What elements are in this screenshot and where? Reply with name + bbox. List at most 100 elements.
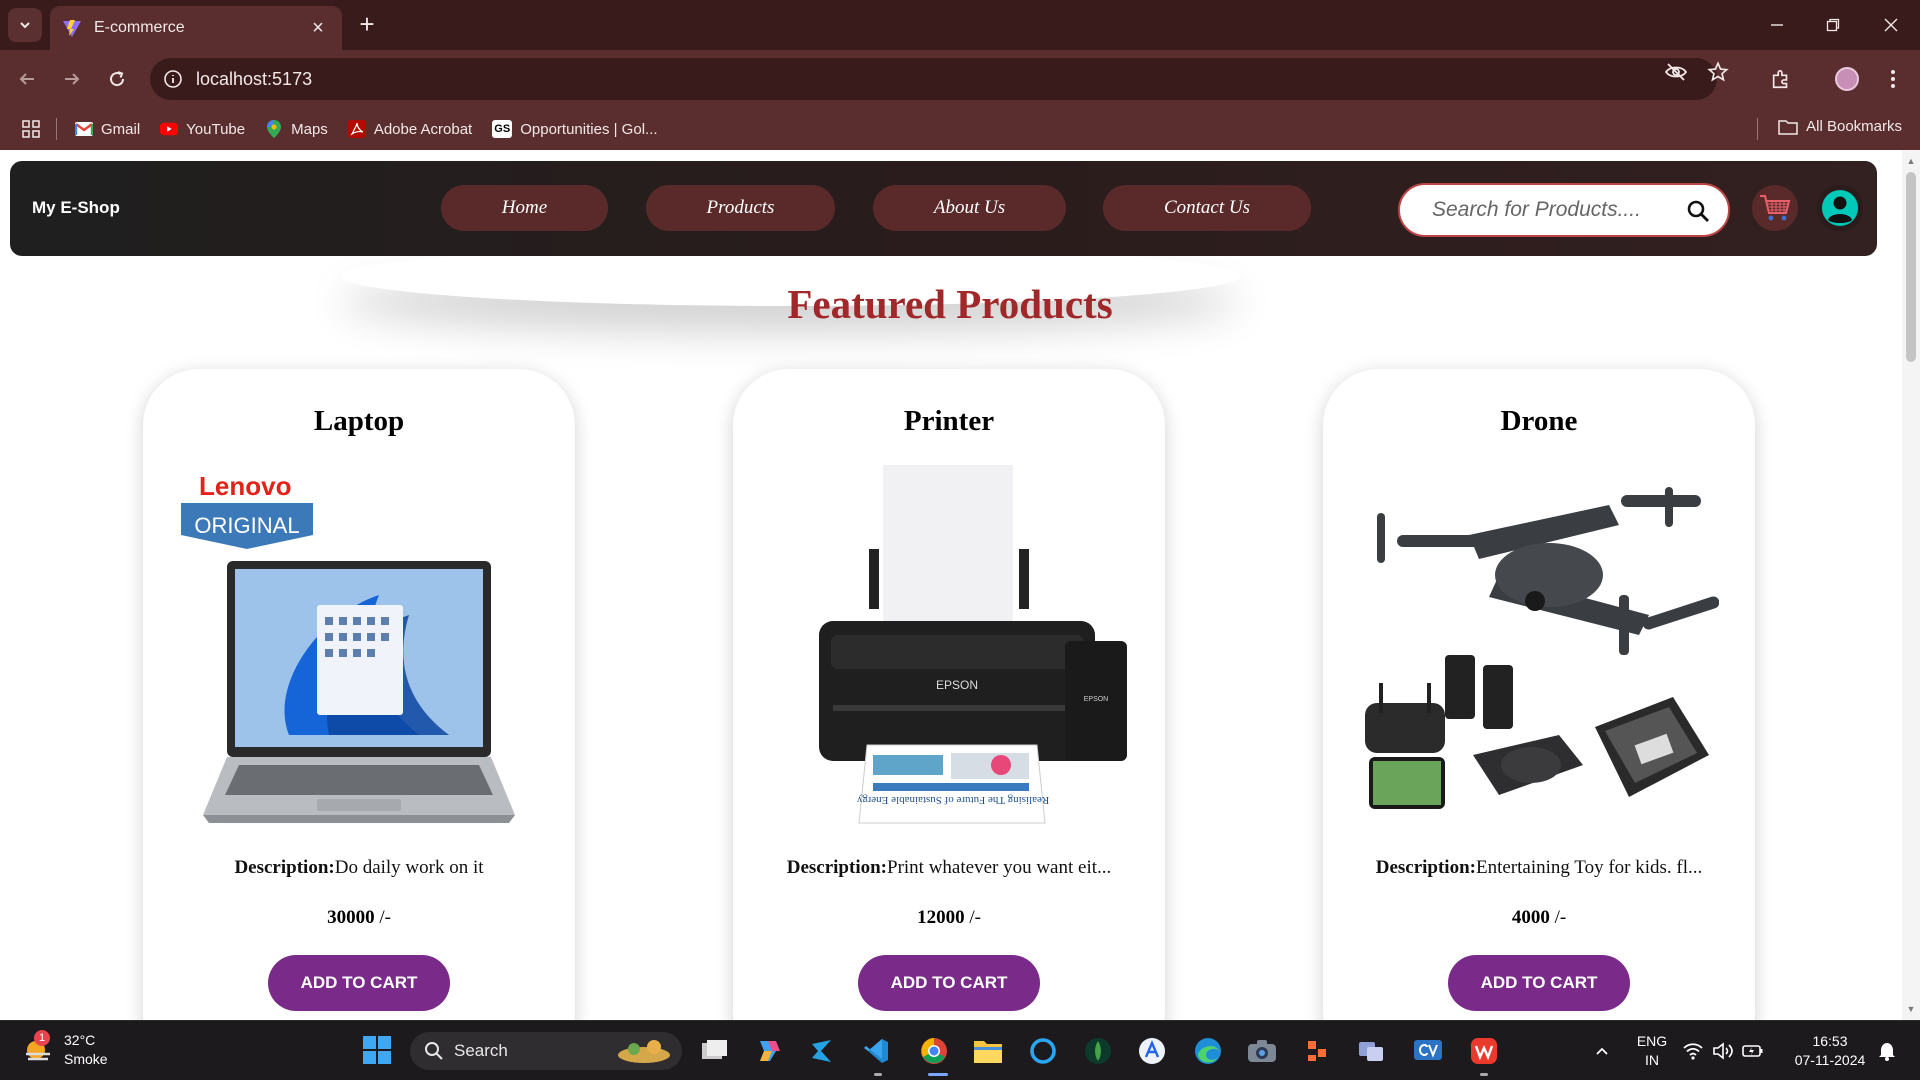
taskbar-search[interactable]: Search: [410, 1032, 682, 1070]
forward-icon[interactable]: [55, 62, 89, 96]
mongodb-compass-icon[interactable]: [1082, 1035, 1114, 1067]
vscode-icon[interactable]: [860, 1035, 892, 1067]
nav-about-us[interactable]: About Us: [873, 185, 1066, 231]
notification-bell-icon[interactable]: [1874, 1035, 1900, 1067]
bookmark-divider: [56, 118, 57, 140]
bookmarks-bar: Gmail YouTube Maps Adobe Acrobat GS Oppo…: [0, 108, 1920, 150]
add-to-cart-button[interactable]: ADD TO CART: [268, 955, 450, 1011]
back-icon[interactable]: [10, 62, 44, 96]
active-tab[interactable]: E-commerce ×: [50, 6, 342, 50]
bookmark-youtube[interactable]: YouTube: [160, 120, 245, 138]
vite-logo-icon: [63, 20, 81, 37]
app-store-icon[interactable]: [1136, 1035, 1168, 1067]
apps-grid-icon[interactable]: [22, 120, 40, 138]
nav-contact-us[interactable]: Contact Us: [1103, 185, 1311, 231]
laptop-image: Lenovo ORIGINAL: [181, 471, 515, 823]
language-indicator[interactable]: ENG IN: [1632, 1032, 1672, 1070]
search-icon: [425, 1042, 443, 1060]
running-indicator: [874, 1073, 882, 1076]
nav-home[interactable]: Home: [441, 185, 608, 231]
bookmark-opportunities[interactable]: GS Opportunities | Gol...: [492, 120, 658, 138]
windows-taskbar: 1 32°C Smoke Search ENG IN 16:53 07-11-2…: [0, 1020, 1920, 1080]
search-input[interactable]: [1432, 198, 1662, 222]
extensions-icon[interactable]: [1764, 62, 1798, 96]
user-account-button[interactable]: [1817, 185, 1863, 231]
tab-search-button[interactable]: [8, 8, 42, 42]
clock[interactable]: 16:53 07-11-2024: [1782, 1032, 1878, 1070]
reload-icon[interactable]: [100, 62, 134, 96]
address-bar[interactable]: localhost:5173: [150, 58, 1717, 100]
cortana-icon[interactable]: [1027, 1035, 1059, 1067]
tray-chevron-up-icon[interactable]: [1586, 1035, 1618, 1067]
cart-button[interactable]: [1752, 185, 1798, 231]
weather-badge: 1: [34, 1030, 50, 1046]
page-viewport: My E-Shop Home Products About Us Contact…: [0, 150, 1920, 1020]
volume-icon[interactable]: [1710, 1035, 1736, 1067]
weather-haze-icon: 1: [22, 1030, 54, 1066]
product-description: Description:Print whatever you want eit.…: [786, 857, 1112, 878]
postman-icon[interactable]: [1302, 1035, 1334, 1067]
file-explorer-icon[interactable]: [972, 1035, 1004, 1067]
add-to-cart-button[interactable]: ADD TO CART: [858, 955, 1040, 1011]
wps-office-icon[interactable]: [1468, 1035, 1500, 1067]
new-tab-button[interactable]: +: [352, 10, 382, 40]
bookmark-maps[interactable]: Maps: [265, 120, 328, 138]
product-name: Drone: [1500, 405, 1578, 437]
search-icon[interactable]: [1686, 199, 1710, 223]
svg-text:ORIGINAL: ORIGINAL: [194, 513, 299, 538]
bookmark-gmail[interactable]: Gmail: [75, 120, 140, 138]
product-card-laptop: Laptop Lenovo ORIGINAL Description:Do da…: [143, 369, 575, 1020]
product-name: Laptop: [313, 405, 405, 437]
camera-icon[interactable]: [1246, 1035, 1278, 1067]
copilot-icon[interactable]: [752, 1035, 784, 1067]
site-info-icon[interactable]: [162, 68, 184, 90]
chrome-icon[interactable]: [918, 1035, 950, 1067]
eye-slash-icon[interactable]: [1664, 60, 1688, 84]
cv-app-icon[interactable]: [1412, 1035, 1444, 1067]
maps-icon: [265, 120, 283, 138]
weather-desc: Smoke: [64, 1051, 108, 1067]
add-to-cart-button[interactable]: ADD TO CART: [1448, 955, 1630, 1011]
battery-charging-icon[interactable]: [1740, 1035, 1766, 1067]
gmail-icon: [75, 120, 93, 138]
vmware-icon[interactable]: [1356, 1035, 1388, 1067]
product-card-printer: Printer EPSON EPSON Realising The Future…: [733, 369, 1165, 1020]
bookmark-divider: [1757, 118, 1758, 140]
scroll-up-icon[interactable]: ▲: [1906, 156, 1916, 166]
weather-widget[interactable]: 1 32°C Smoke: [22, 1030, 108, 1069]
product-price: 4000 /-: [1511, 907, 1567, 928]
tab-title: E-commerce: [94, 19, 185, 36]
weather-temp: 32°C: [64, 1032, 96, 1048]
profile-avatar[interactable]: [1830, 62, 1864, 96]
wifi-icon[interactable]: [1680, 1035, 1706, 1067]
chevron-down-icon: [20, 22, 30, 29]
all-bookmarks-button[interactable]: All Bookmarks: [1778, 118, 1902, 135]
star-bookmark-icon[interactable]: [1706, 60, 1730, 84]
user-icon: [1822, 190, 1858, 226]
close-window-icon[interactable]: [1866, 8, 1916, 42]
close-tab-icon[interactable]: ×: [306, 17, 330, 40]
minimize-icon[interactable]: [1752, 8, 1802, 42]
page-scrollbar[interactable]: ▲ ▼: [1902, 150, 1920, 1020]
nav-products[interactable]: Products: [646, 185, 835, 231]
printer-image: EPSON EPSON Realising The Future of Sust…: [819, 465, 1127, 824]
restore-icon[interactable]: [1808, 8, 1858, 42]
svg-text:Realising The Future of Sustai: Realising The Future of Sustainable Ener…: [856, 794, 1049, 806]
url-text: localhost:5173: [196, 68, 313, 89]
bookmark-adobe-acrobat[interactable]: Adobe Acrobat: [347, 120, 472, 138]
product-name: Printer: [903, 405, 995, 437]
section-title: Featured Products: [787, 281, 1113, 327]
svg-text:EPSON: EPSON: [1084, 696, 1109, 703]
browser-toolbar: localhost:5173: [0, 50, 1920, 108]
windows-start-icon[interactable]: [362, 1035, 392, 1065]
scrollbar-thumb[interactable]: [1906, 172, 1916, 362]
more-menu-icon[interactable]: [1876, 62, 1910, 96]
task-view-icon[interactable]: [698, 1035, 730, 1067]
vscode-insiders-icon[interactable]: [806, 1035, 838, 1067]
folder-icon: [1778, 119, 1798, 135]
shopping-cart-icon: [1760, 195, 1791, 221]
edge-icon[interactable]: [1192, 1035, 1224, 1067]
product-description: Description:Entertaining Toy for kids. f…: [1375, 857, 1703, 878]
site-brand[interactable]: My E-Shop: [32, 198, 120, 218]
scroll-down-icon[interactable]: ▼: [1906, 1004, 1916, 1014]
